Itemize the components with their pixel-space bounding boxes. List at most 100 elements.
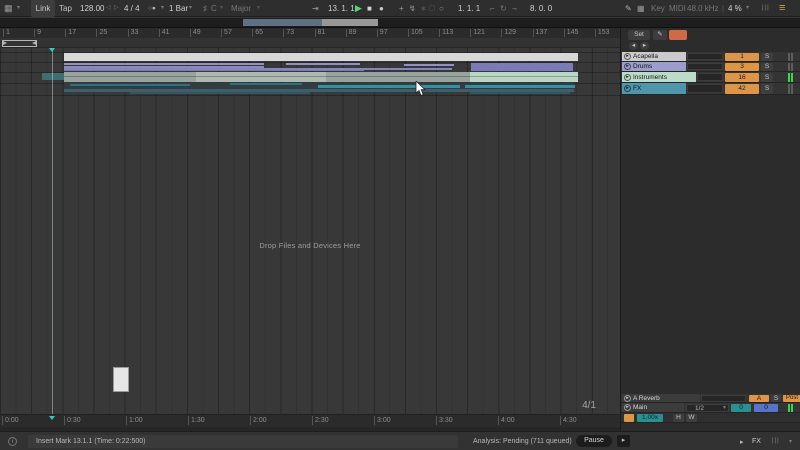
punch-in-icon[interactable]: ⌐ [490, 0, 495, 17]
status-play-icon[interactable]: ▸ [740, 438, 744, 446]
acapella-clip[interactable] [64, 53, 578, 61]
track-number-box[interactable]: 16 [725, 73, 759, 82]
track-name-chip[interactable]: ▸ Instruments [622, 72, 696, 82]
return-track-name-chip[interactable]: ▸ A Reverb [622, 394, 700, 402]
stop-button[interactable]: ■ [367, 0, 372, 17]
instruments-clip[interactable] [196, 72, 326, 82]
fx-clip[interactable] [470, 92, 570, 94]
white-block[interactable] [113, 367, 129, 392]
prev-cue-button[interactable]: ◂ [629, 42, 638, 50]
automation-mode-button[interactable] [669, 30, 687, 40]
loop-start-value[interactable]: 1. 1. 1 [458, 0, 480, 17]
key-scale-chevron-icon[interactable]: ▾ [257, 0, 260, 17]
cpu-chevron-icon[interactable]: ▾ [746, 0, 749, 17]
track-number-box[interactable]: 1 [725, 53, 759, 61]
drums-clip[interactable] [404, 64, 454, 66]
send-a-box[interactable]: A [749, 395, 769, 402]
time-ruler[interactable]: 0:00 0:30 1:00 1:30 2:00 2:30 3:00 3:30 4:00 4:30 [0, 414, 620, 427]
menu-icon[interactable]: ≡ [779, 0, 785, 17]
play-button[interactable]: ▶ [355, 0, 362, 17]
arrangement-area[interactable]: Drop Files and Devices Here 4/1 [0, 48, 620, 414]
playhead-marker-icon[interactable] [49, 48, 55, 52]
pad-view-icon[interactable]: ▦ [4, 0, 13, 17]
solo-button[interactable]: S [761, 63, 773, 71]
track-play-icon[interactable]: ▸ [624, 63, 631, 70]
link-button[interactable]: Link [31, 0, 55, 17]
key-root-value[interactable]: C [211, 0, 217, 17]
main-track-name-chip[interactable]: ▸ Main [622, 403, 684, 412]
metronome-icon[interactable]: ○● [148, 0, 156, 17]
w-zoom-button[interactable]: W [686, 414, 697, 422]
track-number-box[interactable]: 42 [725, 84, 759, 94]
midi-keyboard-icon[interactable]: ▦ [637, 0, 645, 17]
drums-clip[interactable] [471, 63, 573, 71]
track-slider[interactable] [687, 63, 723, 70]
session-record-icon[interactable]: ○ [439, 0, 444, 17]
track-name-chip[interactable]: ▸ Drums [622, 62, 686, 71]
time-signature-value[interactable]: 4 / 4 [124, 0, 140, 17]
quantize-chevron-icon[interactable]: ▾ [189, 0, 192, 17]
track-slider[interactable] [697, 73, 723, 81]
record-button[interactable]: ● [379, 0, 384, 17]
track-slider[interactable] [687, 53, 723, 60]
status-fx-toggle[interactable]: FX [752, 438, 761, 445]
key-root-chevron-icon[interactable]: ▾ [220, 0, 223, 17]
re-enable-automation-icon[interactable]: ▢ [429, 0, 436, 17]
nudge-down-icon[interactable]: ◁ [106, 0, 111, 17]
loop-region-marker[interactable] [2, 40, 37, 47]
tap-tempo-button[interactable]: Tap [59, 0, 72, 17]
loop-length-value[interactable]: 8. 0. 0 [530, 0, 552, 17]
solo-button[interactable]: S [771, 395, 781, 402]
track-name-chip[interactable]: ▸ FX [622, 83, 686, 94]
track-play-icon[interactable]: ▸ [624, 53, 631, 60]
overdub-icon[interactable]: + [399, 0, 404, 17]
drums-clip[interactable] [286, 63, 360, 65]
info-icon[interactable]: i [8, 437, 17, 446]
h-zoom-button[interactable]: H [673, 414, 684, 422]
next-cue-button[interactable]: ▸ [640, 42, 649, 50]
return-slider[interactable] [701, 395, 746, 402]
fx-clip[interactable] [70, 84, 190, 86]
punch-out-icon[interactable]: ¬ [512, 0, 517, 17]
overview-segment[interactable] [243, 19, 322, 26]
status-chevron-icon[interactable]: ▾ [789, 438, 792, 445]
pan-box[interactable]: 0 [731, 404, 751, 412]
pause-button[interactable]: Pause [576, 435, 612, 447]
fx-clip[interactable] [318, 85, 460, 88]
track-play-icon[interactable]: ▸ [624, 85, 631, 92]
fx-clip[interactable] [230, 83, 302, 85]
instruments-clip[interactable] [64, 76, 578, 77]
pad-view-chevron-icon[interactable]: ▾ [17, 0, 20, 17]
nudge-up-icon[interactable]: ▷ [114, 0, 119, 17]
insert-marker-icon[interactable] [49, 416, 55, 420]
set-marker-button[interactable]: Set [628, 30, 650, 40]
volume-box[interactable]: 0 [754, 404, 778, 412]
key-scale-value[interactable]: Major [231, 0, 251, 17]
track-slider[interactable] [687, 84, 723, 93]
playback-speed-box[interactable]: 1.00x [637, 414, 663, 422]
capture-midi-icon[interactable]: ↯ [409, 0, 416, 17]
quantize-value[interactable]: 1 Bar [169, 0, 188, 17]
drums-clip[interactable] [64, 63, 264, 65]
track-name-chip[interactable]: ▸ Acapella [622, 52, 686, 61]
overview-segment[interactable] [322, 19, 378, 26]
resume-play-button[interactable]: ▸ [617, 435, 630, 447]
solo-button[interactable]: S [761, 84, 773, 94]
instruments-clip[interactable] [470, 72, 578, 82]
track-play-icon[interactable]: ▸ [624, 394, 631, 402]
solo-button[interactable]: S [761, 53, 773, 61]
loop-icon[interactable]: ↻ [500, 0, 507, 17]
arrangement-overview[interactable] [0, 18, 800, 28]
post-routing-badge[interactable]: Post [783, 395, 800, 402]
arrangement-position-value[interactable]: 13. 1. 1 [328, 0, 355, 17]
metronome-chevron-icon[interactable]: ▾ [161, 0, 164, 17]
tempo-follow-icon[interactable] [624, 414, 634, 422]
instruments-clip[interactable] [42, 73, 64, 80]
marker-pencil-button[interactable]: ✎ [653, 30, 667, 40]
fx-clip[interactable] [465, 85, 575, 88]
follow-icon[interactable]: ⇥ [312, 0, 319, 17]
tempo-value[interactable]: 128.00 [80, 0, 104, 17]
track-play-icon[interactable]: ▸ [624, 73, 631, 81]
drums-clip[interactable] [64, 70, 364, 71]
track-play-icon[interactable]: ▸ [624, 404, 631, 411]
